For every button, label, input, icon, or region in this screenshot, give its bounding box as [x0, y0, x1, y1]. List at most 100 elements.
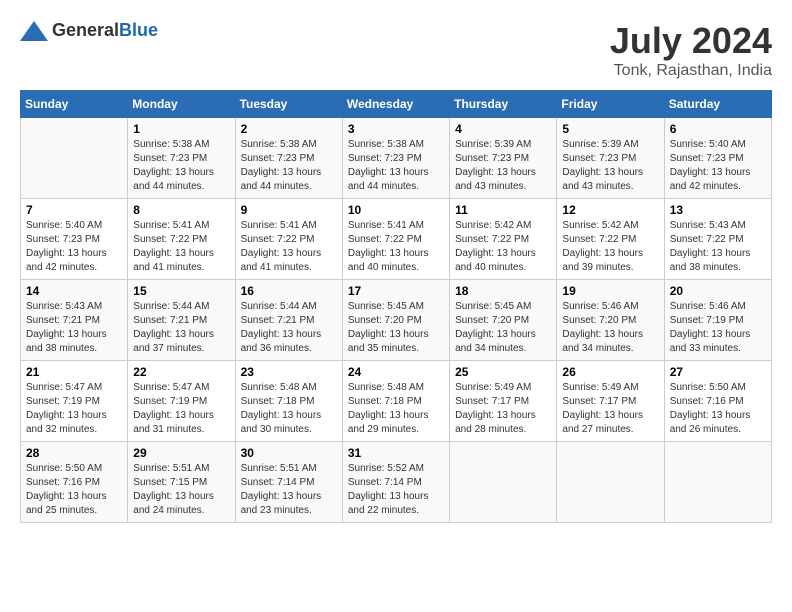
day-info: Sunrise: 5:38 AM Sunset: 7:23 PM Dayligh…: [241, 138, 337, 194]
day-number: 23: [241, 365, 337, 379]
calendar-cell: 22Sunrise: 5:47 AM Sunset: 7:19 PM Dayli…: [128, 361, 235, 442]
day-info: Sunrise: 5:49 AM Sunset: 7:17 PM Dayligh…: [455, 381, 551, 437]
col-friday: Friday: [557, 91, 664, 118]
day-number: 17: [348, 284, 444, 298]
day-info: Sunrise: 5:50 AM Sunset: 7:16 PM Dayligh…: [26, 462, 122, 518]
calendar-cell: 10 Sunrise: 5:41 AM Sunset: 7:22 PM Dayli…: [342, 199, 449, 280]
calendar-cell: 8Sunrise: 5:41 AM Sunset: 7:22 PM Daylig…: [128, 199, 235, 280]
calendar-cell: 29 Sunrise: 5:51 AM Sunset: 7:15 PM Dayli…: [128, 442, 235, 523]
calendar-cell: 12 Sunrise: 5:42 AM Sunset: 7:22 PM Dayli…: [557, 199, 664, 280]
day-number: 9: [241, 203, 337, 217]
day-number: 26: [562, 365, 658, 379]
day-info: Sunrise: 5:38 AM Sunset: 7:23 PM Dayligh…: [133, 138, 229, 194]
day-info: Sunrise: 5:45 AM Sunset: 7:20 PM Dayligh…: [455, 300, 551, 356]
calendar-week-row: 1 Sunrise: 5:38 AM Sunset: 7:23 PM Daylig…: [21, 118, 772, 199]
calendar-cell: 15 Sunrise: 5:44 AM Sunset: 7:21 PM Dayli…: [128, 280, 235, 361]
logo: GeneralBlue: [20, 20, 158, 41]
calendar-week-row: 28 Sunrise: 5:50 AM Sunset: 7:16 PM Dayli…: [21, 442, 772, 523]
day-info: Sunrise: 5:49 AM Sunset: 7:17 PM Dayligh…: [562, 381, 658, 437]
calendar-table: Sunday Monday Tuesday Wednesday Thursday…: [20, 90, 772, 523]
calendar-cell: 20Sunrise: 5:46 AM Sunset: 7:19 PM Dayli…: [664, 280, 771, 361]
day-number: 16: [241, 284, 337, 298]
location-title: Tonk, Rajasthan, India: [610, 62, 772, 80]
header-row: Sunday Monday Tuesday Wednesday Thursday…: [21, 91, 772, 118]
calendar-cell: 5Sunrise: 5:39 AM Sunset: 7:23 PM Daylig…: [557, 118, 664, 199]
calendar-cell: [450, 442, 557, 523]
day-number: 20: [670, 284, 766, 298]
page-header: GeneralBlue July 2024 Tonk, Rajasthan, I…: [20, 20, 772, 80]
calendar-cell: [664, 442, 771, 523]
day-number: 6: [670, 122, 766, 136]
day-info: Sunrise: 5:41 AM Sunset: 7:22 PM Dayligh…: [348, 219, 444, 275]
day-number: 1: [133, 122, 229, 136]
day-number: 25: [455, 365, 551, 379]
day-number: 2: [241, 122, 337, 136]
logo-icon: [20, 21, 48, 41]
day-info: Sunrise: 5:48 AM Sunset: 7:18 PM Dayligh…: [348, 381, 444, 437]
day-number: 10: [348, 203, 444, 217]
day-number: 27: [670, 365, 766, 379]
month-title: July 2024: [610, 20, 772, 62]
day-info: Sunrise: 5:41 AM Sunset: 7:22 PM Dayligh…: [241, 219, 337, 275]
day-info: Sunrise: 5:44 AM Sunset: 7:21 PM Dayligh…: [241, 300, 337, 356]
calendar-cell: 18 Sunrise: 5:45 AM Sunset: 7:20 PM Dayli…: [450, 280, 557, 361]
day-info: Sunrise: 5:39 AM Sunset: 7:23 PM Dayligh…: [455, 138, 551, 194]
day-number: 24: [348, 365, 444, 379]
day-info: Sunrise: 5:44 AM Sunset: 7:21 PM Dayligh…: [133, 300, 229, 356]
calendar-cell: 7 Sunrise: 5:40 AM Sunset: 7:23 PM Daylig…: [21, 199, 128, 280]
day-number: 3: [348, 122, 444, 136]
day-info: Sunrise: 5:51 AM Sunset: 7:14 PM Dayligh…: [241, 462, 337, 518]
day-info: Sunrise: 5:42 AM Sunset: 7:22 PM Dayligh…: [562, 219, 658, 275]
day-number: 30: [241, 446, 337, 460]
calendar-cell: 31Sunrise: 5:52 AM Sunset: 7:14 PM Dayli…: [342, 442, 449, 523]
day-number: 21: [26, 365, 122, 379]
calendar-week-row: 21 Sunrise: 5:47 AM Sunset: 7:19 PM Dayli…: [21, 361, 772, 442]
col-sunday: Sunday: [21, 91, 128, 118]
calendar-cell: 24 Sunrise: 5:48 AM Sunset: 7:18 PM Dayli…: [342, 361, 449, 442]
day-info: Sunrise: 5:47 AM Sunset: 7:19 PM Dayligh…: [133, 381, 229, 437]
col-wednesday: Wednesday: [342, 91, 449, 118]
calendar-cell: 2 Sunrise: 5:38 AM Sunset: 7:23 PM Daylig…: [235, 118, 342, 199]
title-block: July 2024 Tonk, Rajasthan, India: [610, 20, 772, 80]
day-info: Sunrise: 5:40 AM Sunset: 7:23 PM Dayligh…: [670, 138, 766, 194]
day-info: Sunrise: 5:43 AM Sunset: 7:21 PM Dayligh…: [26, 300, 122, 356]
day-number: 14: [26, 284, 122, 298]
day-info: Sunrise: 5:48 AM Sunset: 7:18 PM Dayligh…: [241, 381, 337, 437]
calendar-cell: [21, 118, 128, 199]
logo-text-general: General: [52, 20, 119, 40]
day-info: Sunrise: 5:47 AM Sunset: 7:19 PM Dayligh…: [26, 381, 122, 437]
day-info: Sunrise: 5:46 AM Sunset: 7:20 PM Dayligh…: [562, 300, 658, 356]
day-info: Sunrise: 5:43 AM Sunset: 7:22 PM Dayligh…: [670, 219, 766, 275]
calendar-cell: 30 Sunrise: 5:51 AM Sunset: 7:14 PM Dayli…: [235, 442, 342, 523]
col-tuesday: Tuesday: [235, 91, 342, 118]
day-number: 5: [562, 122, 658, 136]
day-info: Sunrise: 5:38 AM Sunset: 7:23 PM Dayligh…: [348, 138, 444, 194]
calendar-cell: 3 Sunrise: 5:38 AM Sunset: 7:23 PM Daylig…: [342, 118, 449, 199]
calendar-cell: 1 Sunrise: 5:38 AM Sunset: 7:23 PM Daylig…: [128, 118, 235, 199]
day-number: 12: [562, 203, 658, 217]
calendar-cell: 17Sunrise: 5:45 AM Sunset: 7:20 PM Dayli…: [342, 280, 449, 361]
day-info: Sunrise: 5:51 AM Sunset: 7:15 PM Dayligh…: [133, 462, 229, 518]
day-number: 15: [133, 284, 229, 298]
day-number: 31: [348, 446, 444, 460]
calendar-cell: [557, 442, 664, 523]
day-number: 18: [455, 284, 551, 298]
calendar-cell: 27Sunrise: 5:50 AM Sunset: 7:16 PM Dayli…: [664, 361, 771, 442]
calendar-week-row: 14 Sunrise: 5:43 AM Sunset: 7:21 PM Dayli…: [21, 280, 772, 361]
day-info: Sunrise: 5:40 AM Sunset: 7:23 PM Dayligh…: [26, 219, 122, 275]
col-thursday: Thursday: [450, 91, 557, 118]
day-number: 28: [26, 446, 122, 460]
col-saturday: Saturday: [664, 91, 771, 118]
calendar-cell: 26 Sunrise: 5:49 AM Sunset: 7:17 PM Dayli…: [557, 361, 664, 442]
calendar-cell: 11Sunrise: 5:42 AM Sunset: 7:22 PM Dayli…: [450, 199, 557, 280]
day-info: Sunrise: 5:42 AM Sunset: 7:22 PM Dayligh…: [455, 219, 551, 275]
day-number: 13: [670, 203, 766, 217]
day-number: 19: [562, 284, 658, 298]
day-number: 29: [133, 446, 229, 460]
calendar-cell: 13 Sunrise: 5:43 AM Sunset: 7:22 PM Dayli…: [664, 199, 771, 280]
calendar-cell: 9 Sunrise: 5:41 AM Sunset: 7:22 PM Daylig…: [235, 199, 342, 280]
day-number: 4: [455, 122, 551, 136]
day-number: 7: [26, 203, 122, 217]
calendar-cell: 21 Sunrise: 5:47 AM Sunset: 7:19 PM Dayli…: [21, 361, 128, 442]
calendar-cell: 28 Sunrise: 5:50 AM Sunset: 7:16 PM Dayli…: [21, 442, 128, 523]
